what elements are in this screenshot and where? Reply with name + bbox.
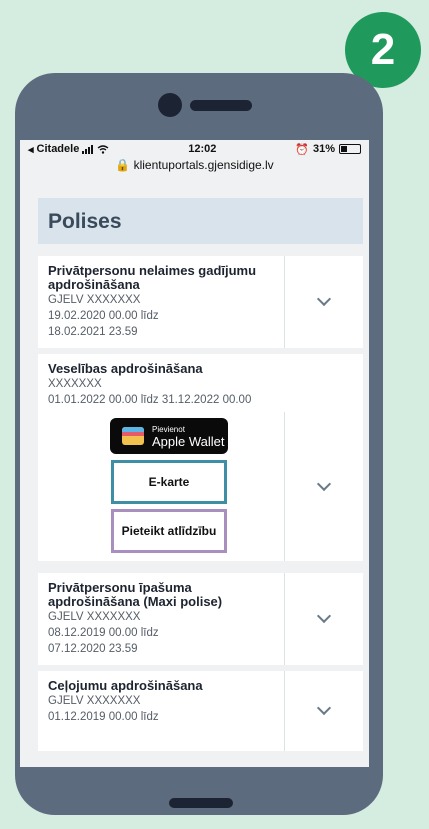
policy-period-start: 08.12.2019 00.00 līdz (48, 627, 159, 639)
policy-period: 01.01.2022 00.00 līdz 31.12.2022 00.00 (48, 394, 252, 406)
submit-claim-button[interactable]: Pieteikt atlīdzību (111, 509, 227, 553)
e-card-button[interactable]: E-karte (111, 460, 227, 504)
expand-toggle[interactable] (285, 573, 363, 665)
expand-toggle[interactable] (285, 412, 363, 561)
expand-toggle[interactable] (285, 256, 363, 348)
expand-toggle[interactable] (285, 671, 363, 751)
phone-screen: ◂ Citadele 12:02 ⏰ 31% 🔒 klientuportals.… (20, 140, 369, 767)
clock: 12:02 (188, 143, 217, 155)
policy-number: GJELV XXXXXXX (48, 294, 141, 306)
url-bar[interactable]: 🔒 klientuportals.gjensidige.lv (20, 158, 369, 176)
back-arrow-icon[interactable]: ◂ (28, 143, 34, 156)
signal-icon (82, 144, 94, 154)
battery-percent: 31% (312, 143, 335, 155)
chevron-down-icon (316, 608, 332, 624)
policy-title: Veselības apdrošināšana (48, 361, 203, 376)
wallet-big-label: Apple Wallet (152, 434, 225, 449)
policy-card[interactable]: Privātpersonu īpašuma apdrošināšana (Max… (38, 573, 363, 665)
status-bar: ◂ Citadele 12:02 ⏰ 31% (20, 140, 369, 158)
policy-card-expanded: Veselības apdrošināšana XXXXXXX 01.01.20… (38, 354, 363, 561)
policy-number: XXXXXXX (48, 378, 102, 390)
home-bar[interactable] (169, 798, 233, 808)
policy-title: Privātpersonu nelaimes gadījumu apdrošin… (48, 263, 257, 292)
policy-period-start: 19.02.2020 00.00 līdz (48, 310, 159, 322)
policy-card[interactable]: Ceļojumu apdrošināšana GJELV XXXXXXX 01.… (38, 671, 363, 751)
wifi-icon (97, 144, 109, 154)
policy-period-end: 07.12.2020 23.59 (48, 643, 138, 655)
speaker-slot (190, 100, 252, 111)
camera-dot (158, 93, 182, 117)
add-to-apple-wallet-button[interactable]: Pievienot Apple Wallet (110, 418, 228, 454)
policy-period-end: 18.02.2021 23.59 (48, 326, 138, 338)
page-title: Polises (38, 198, 363, 244)
battery-icon (338, 144, 361, 154)
wallet-icon (122, 427, 144, 445)
alarm-icon: ⏰ (295, 143, 309, 156)
chevron-down-icon (316, 700, 332, 716)
policy-title: Privātpersonu īpašuma apdrošināšana (Max… (48, 580, 223, 609)
policy-title: Ceļojumu apdrošināšana (48, 678, 203, 693)
lock-icon: 🔒 (115, 158, 131, 172)
page-content: Polises Privātpersonu nelaimes gadījumu … (38, 198, 363, 751)
chevron-down-icon (316, 476, 332, 491)
policy-period-start: 01.12.2019 00.00 līdz (48, 711, 159, 723)
chevron-down-icon (316, 291, 332, 307)
url-text: klientuportals.gjensidige.lv (133, 158, 274, 172)
policy-number: GJELV XXXXXXX (48, 611, 141, 623)
policy-number: GJELV XXXXXXX (48, 695, 141, 707)
policy-card[interactable]: Privātpersonu nelaimes gadījumu apdrošin… (38, 256, 363, 348)
carrier-name: Citadele (36, 143, 80, 155)
